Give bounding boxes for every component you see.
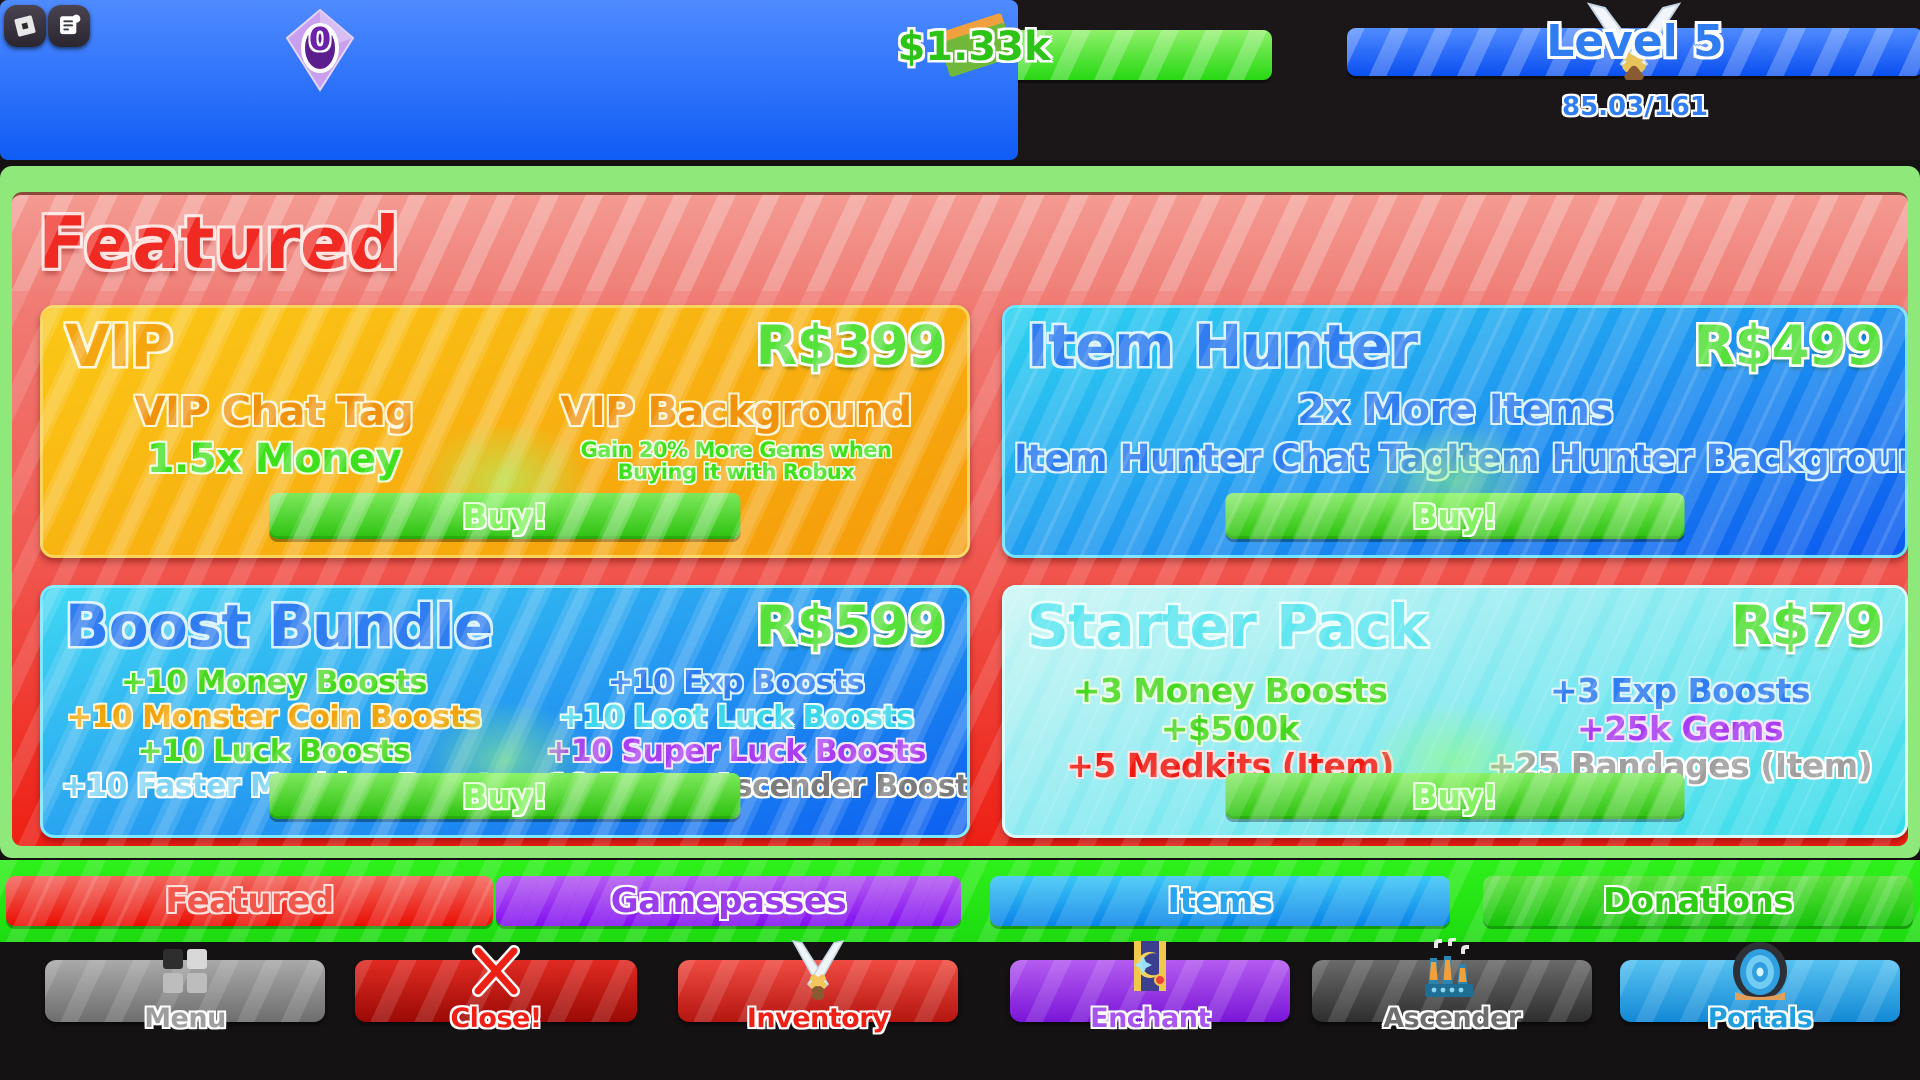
buy-button[interactable]: Buy!	[269, 773, 741, 819]
tab-label: Featured	[165, 881, 334, 921]
card-perk-center: 2x More Items	[1005, 390, 1905, 437]
ascender-button-label: Ascender	[1383, 1003, 1521, 1034]
tab-label: Gamepasses	[610, 881, 847, 921]
card-title: Boost Bundle	[65, 592, 493, 660]
shop-panel: Featured VIP R$399 VIP Chat Tag 1.5x Mon…	[0, 166, 1920, 858]
card-perks-right: +3 Exp Boosts +25k Gems +25 Bandages (It…	[1473, 674, 1887, 787]
tab-featured[interactable]: Featured	[6, 876, 493, 926]
card-price: R$599	[755, 594, 946, 657]
xp-value: 85.03/161	[1561, 92, 1708, 122]
perk: +3 Money Boosts	[1072, 671, 1388, 710]
top-hud: 0 $1.33k Level 5 85.03/161	[0, 0, 1920, 160]
enchant-button[interactable]: Enchant	[1010, 941, 1290, 1034]
perk: +10 Loot Luck Boosts	[558, 699, 914, 735]
factory-icon	[1419, 937, 1485, 1004]
roblox-logo-icon[interactable]	[4, 5, 46, 47]
gems-value: 0	[308, 20, 332, 58]
close-x-icon	[463, 938, 529, 1004]
buy-button[interactable]: Buy!	[1225, 493, 1685, 539]
perk: +10 Luck Boosts	[137, 734, 411, 770]
tab-gamepasses[interactable]: Gamepasses	[496, 876, 961, 926]
bottom-hotbar: Menu Close! Inventory Enchant Ascender P…	[0, 937, 1920, 1080]
menu-button[interactable]: Menu	[45, 949, 325, 1034]
tab-label: Items	[1167, 881, 1273, 921]
portal-swirl-icon	[1727, 938, 1793, 1004]
money-value: $1.33k	[897, 24, 1051, 70]
card-price: R$499	[1693, 314, 1884, 377]
perk: 1.5x Money	[146, 435, 402, 482]
card-price: R$399	[755, 314, 946, 377]
perk: Item Hunter Background	[1446, 437, 1908, 480]
shop-card-vip[interactable]: VIP R$399 VIP Chat Tag 1.5x Money VIP Ba…	[40, 305, 970, 558]
chat-icon[interactable]	[48, 5, 90, 47]
tab-donations[interactable]: Donations	[1483, 876, 1913, 926]
shop-card-boost-bundle[interactable]: Boost Bundle R$599 +10 Money Boosts +10 …	[40, 585, 970, 838]
perk: +$500k	[1160, 708, 1300, 748]
inventory-button[interactable]: Inventory	[678, 939, 958, 1034]
portals-button-label: Portals	[1707, 1003, 1813, 1034]
game-screen: 0 $1.33k Level 5 85.03/161 Featured VIP …	[0, 0, 1920, 1080]
card-perks-left: +3 Money Boosts +$500k +5 Medkits (Item)	[1023, 674, 1437, 787]
perk: +10 Monster Coin Boosts	[66, 699, 482, 735]
ascender-button[interactable]: Ascender	[1312, 937, 1592, 1034]
card-perks-left: Item Hunter Chat Tag	[1014, 437, 1451, 484]
card-perks-right: VIP Background Gain 20% More Gems when B…	[524, 392, 949, 483]
page-title: Featured	[38, 201, 400, 285]
perk: VIP Chat Tag	[134, 389, 414, 435]
buy-button-label: Buy!	[1412, 776, 1498, 816]
perk: +3 Exp Boosts	[1549, 671, 1811, 710]
level-label: Level 5	[1546, 16, 1724, 67]
perk: Gain 20% More Gems when Buying it with R…	[580, 437, 892, 484]
close-button[interactable]: Close!	[355, 945, 637, 1034]
card-price: R$79	[1730, 594, 1884, 657]
tab-items[interactable]: Items	[990, 876, 1450, 926]
shop-card-item-hunter[interactable]: Item Hunter R$499 2x More Items Item Hun…	[1002, 305, 1908, 558]
perk: +10 Exp Boosts	[607, 665, 865, 700]
buy-button[interactable]: Buy!	[269, 493, 741, 539]
buy-button[interactable]: Buy!	[1225, 773, 1685, 819]
buy-button-label: Buy!	[462, 776, 548, 816]
enchant-button-label: Enchant	[1090, 1003, 1210, 1034]
shop-header: Featured	[12, 195, 1908, 291]
card-title: Starter Pack	[1027, 592, 1428, 660]
grid-menu-icon	[152, 938, 218, 1004]
card-title: Item Hunter	[1027, 312, 1418, 380]
card-perks-left: VIP Chat Tag 1.5x Money	[61, 392, 486, 486]
card-title: VIP	[65, 312, 173, 380]
spellbook-icon	[1117, 938, 1183, 1004]
tab-label: Donations	[1603, 881, 1793, 921]
close-button-label: Close!	[450, 1003, 542, 1034]
perk: +25k Gems	[1576, 708, 1784, 748]
perk: VIP Background	[560, 389, 912, 435]
buy-button-label: Buy!	[462, 496, 548, 536]
perk: Item Hunter Chat Tag	[1014, 437, 1451, 480]
inventory-button-label: Inventory	[746, 1003, 890, 1034]
shop-card-starter-pack[interactable]: Starter Pack R$79 +3 Money Boosts +$500k…	[1002, 585, 1908, 838]
perk: +10 Money Boosts	[121, 665, 427, 700]
perk: +10 Super Luck Boosts	[546, 734, 926, 770]
buy-button-label: Buy!	[1412, 496, 1498, 536]
menu-button-label: Menu	[144, 1003, 226, 1034]
shop-tab-bar: Featured Gamepasses Items Donations	[0, 860, 1920, 942]
card-perks-right: Item Hunter Background	[1446, 440, 1905, 484]
portals-button[interactable]: Portals	[1620, 942, 1900, 1034]
crossed-swords-icon	[785, 938, 851, 1004]
perk: 2x More Items	[1297, 387, 1613, 433]
